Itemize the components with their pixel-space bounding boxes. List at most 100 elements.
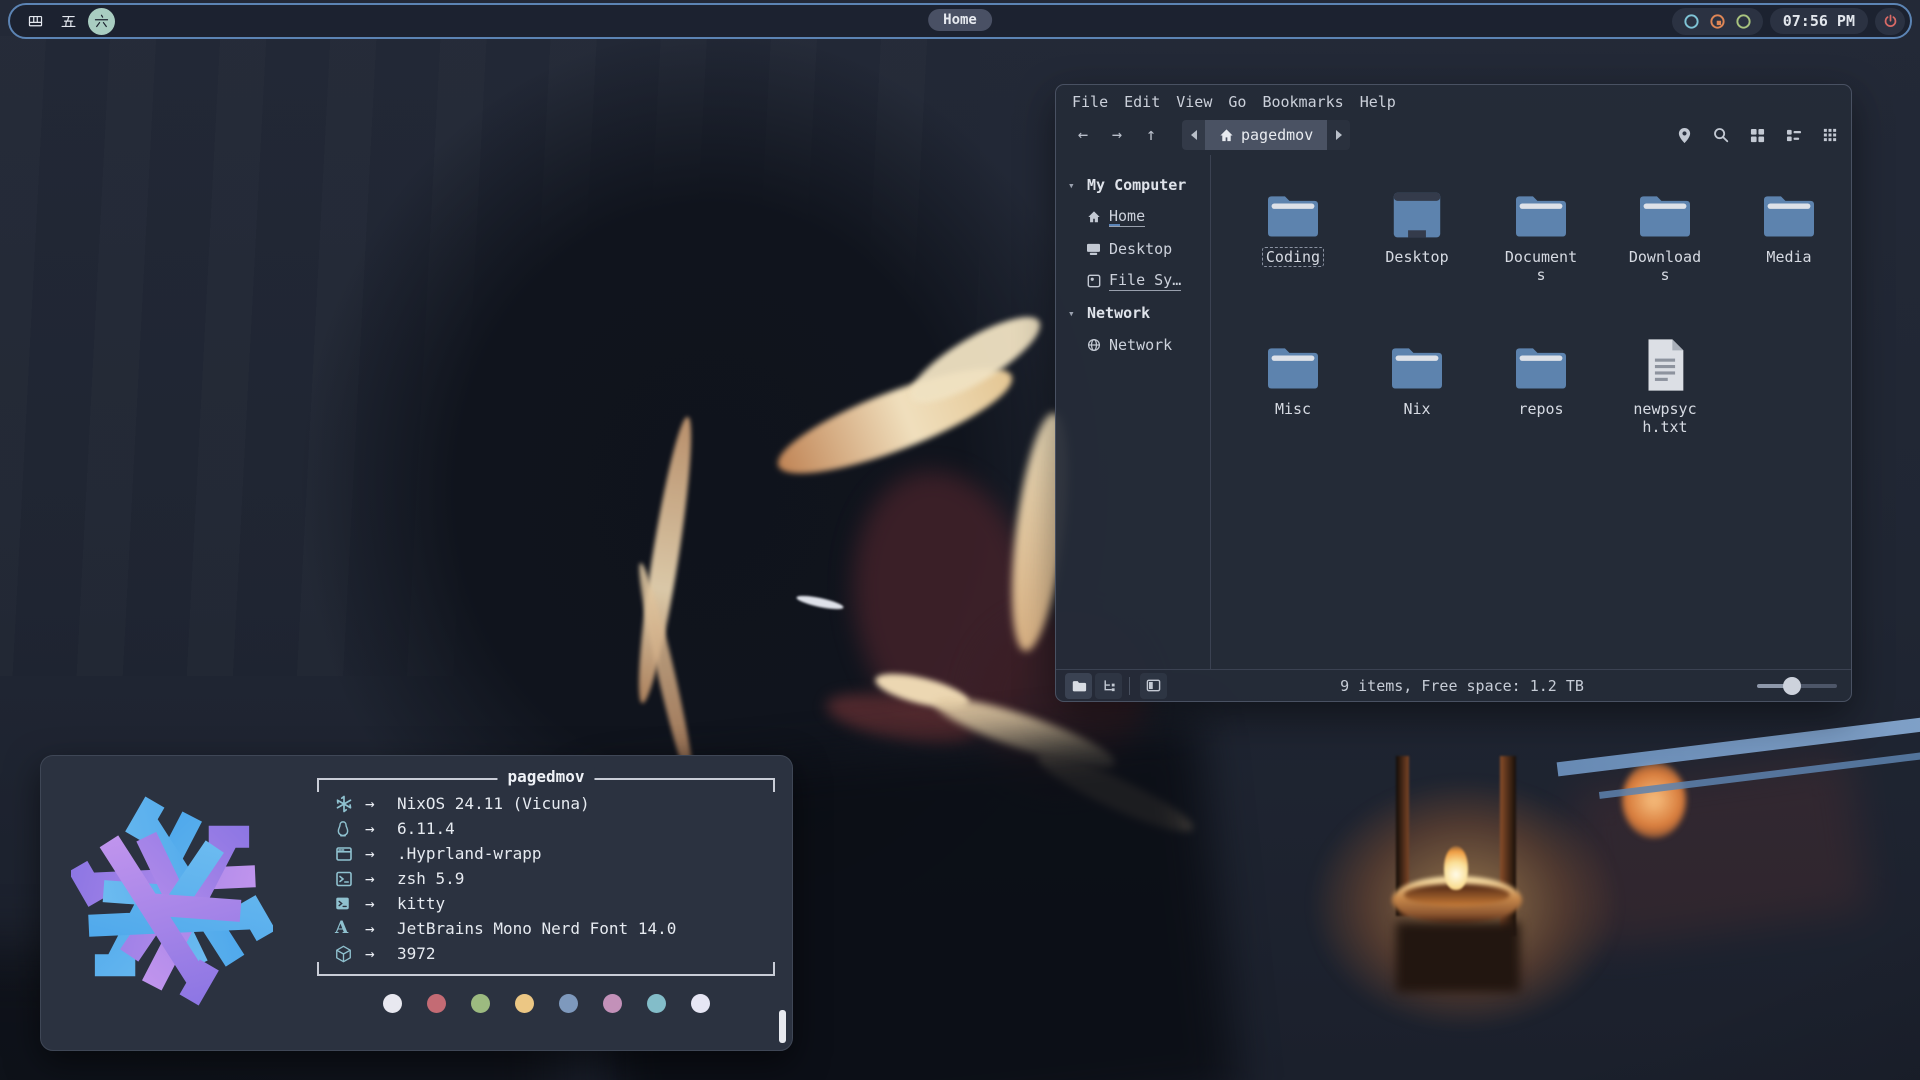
sidebar-section-network[interactable]: ▾ Network bbox=[1068, 297, 1210, 329]
tray-record-icon[interactable] bbox=[1709, 13, 1726, 30]
icon-view-grid-icon bbox=[1750, 128, 1765, 143]
nixos-snowflake-icon bbox=[335, 795, 365, 813]
fetch-row-font: A → JetBrains Mono Nerd Font 14.0 bbox=[317, 916, 775, 941]
wallpaper-lantern-frame bbox=[1396, 756, 1409, 916]
sidebar-item-label: File Sy… bbox=[1109, 271, 1181, 291]
breadcrumb: pagedmov bbox=[1182, 120, 1350, 150]
sidebar-item-label: Network bbox=[1109, 336, 1172, 354]
workspace-5-button[interactable] bbox=[55, 8, 82, 35]
breadcrumb-path-label: pagedmov bbox=[1241, 126, 1313, 144]
wallpaper-candle-cup bbox=[1392, 876, 1522, 924]
wallpaper-blue-beam bbox=[1557, 714, 1920, 777]
nixos-logo bbox=[71, 789, 273, 1013]
workspace-4-button[interactable] bbox=[22, 8, 49, 35]
text-file-icon bbox=[1643, 325, 1687, 393]
arrow: → bbox=[365, 794, 397, 813]
breadcrumb-scroll-right[interactable] bbox=[1327, 120, 1350, 150]
file-tile-newpsych-txt[interactable]: newpsych.txt bbox=[1603, 325, 1727, 477]
terminal-color-palette bbox=[317, 994, 775, 1013]
sidebar-section-label: Network bbox=[1087, 304, 1150, 322]
power-button[interactable] bbox=[1875, 8, 1905, 35]
file-label: Downloads bbox=[1621, 247, 1709, 285]
desktop-icon bbox=[1085, 243, 1102, 256]
tray-teal-circle-icon[interactable] bbox=[1683, 13, 1700, 30]
menu-view[interactable]: View bbox=[1176, 93, 1212, 111]
folder-icon bbox=[1264, 325, 1322, 393]
arrow: → bbox=[365, 869, 397, 888]
terminal-value: kitty bbox=[397, 894, 445, 913]
menu-bookmarks[interactable]: Bookmarks bbox=[1262, 93, 1343, 111]
status-summary: 9 items, Free space: 1.2 TB bbox=[1167, 677, 1757, 695]
back-button[interactable]: ← bbox=[1066, 125, 1100, 145]
file-grid-area: Coding Desktop bbox=[1210, 155, 1851, 669]
sidebar-item-desktop[interactable]: Desktop bbox=[1068, 233, 1210, 265]
sidebar-item-label: Home bbox=[1109, 207, 1145, 227]
tray-green-circle-icon[interactable] bbox=[1735, 13, 1752, 30]
collapse-caret-icon[interactable]: ▾ bbox=[1068, 179, 1080, 192]
location-pin-button[interactable] bbox=[1677, 127, 1692, 144]
packages-value: 3972 bbox=[397, 944, 436, 963]
slider-knob[interactable] bbox=[1783, 677, 1801, 695]
wallpaper-curtain bbox=[0, 36, 980, 676]
show-tree-pane-button[interactable] bbox=[1095, 673, 1122, 699]
palette-dot bbox=[603, 994, 622, 1013]
palette-dot bbox=[427, 994, 446, 1013]
file-tile-media[interactable]: Media bbox=[1727, 173, 1851, 325]
file-tile-misc[interactable]: Misc bbox=[1231, 325, 1355, 477]
compact-list-view-button[interactable] bbox=[1786, 128, 1802, 143]
fetch-row-wm: → .Hyprland-wrapp bbox=[317, 841, 775, 866]
menu-help[interactable]: Help bbox=[1360, 93, 1396, 111]
file-label: Coding bbox=[1262, 247, 1324, 267]
wallpaper-lantern-frame bbox=[1500, 756, 1516, 936]
menu-edit[interactable]: Edit bbox=[1124, 93, 1160, 111]
file-tile-repos[interactable]: repos bbox=[1479, 325, 1603, 477]
wallpaper-shade bbox=[822, 684, 977, 754]
workspace-6-button-active[interactable] bbox=[88, 8, 115, 35]
fetch-row-terminal: → kitty bbox=[317, 891, 775, 916]
location-pin-icon bbox=[1677, 127, 1692, 144]
menu-file[interactable]: File bbox=[1072, 93, 1108, 111]
breadcrumb-segment-home[interactable]: pagedmov bbox=[1205, 120, 1327, 150]
file-tile-coding[interactable]: Coding bbox=[1231, 173, 1355, 325]
file-tile-documents[interactable]: Documents bbox=[1479, 173, 1603, 325]
file-tile-desktop[interactable]: Desktop bbox=[1355, 173, 1479, 325]
collapse-caret-icon[interactable]: ▾ bbox=[1068, 307, 1080, 320]
compact-list-icon bbox=[1786, 128, 1802, 143]
toggle-side-pane-button[interactable] bbox=[1140, 673, 1167, 699]
file-tile-nix[interactable]: Nix bbox=[1355, 325, 1479, 477]
shell-icon bbox=[335, 870, 365, 888]
show-files-pane-button[interactable] bbox=[1065, 673, 1092, 699]
folder-icon bbox=[1512, 173, 1570, 241]
right-triangle-icon bbox=[1336, 130, 1342, 140]
sidebar-section-my-computer[interactable]: ▾ My Computer bbox=[1068, 169, 1210, 201]
up-button[interactable]: ↑ bbox=[1134, 125, 1168, 145]
wallpaper-candle-glow bbox=[1250, 730, 1680, 1080]
zoom-slider[interactable] bbox=[1757, 676, 1837, 696]
file-tile-downloads[interactable]: Downloads bbox=[1603, 173, 1727, 325]
status-separator bbox=[1129, 677, 1130, 695]
arrow: → bbox=[365, 944, 397, 963]
menu-go[interactable]: Go bbox=[1228, 93, 1246, 111]
sidebar: ▾ My Computer Home Desktop bbox=[1056, 155, 1210, 669]
hanzi-six-icon bbox=[93, 13, 110, 30]
icon-view-button[interactable] bbox=[1750, 128, 1765, 143]
file-label: Documents bbox=[1497, 247, 1585, 285]
terminal-window[interactable]: pagedmov → NixOS 24.11 (Vicuna) bbox=[40, 755, 793, 1051]
menu-bar: File Edit View Go Bookmarks Help bbox=[1056, 85, 1851, 115]
terminal-scrollbar[interactable] bbox=[779, 1010, 786, 1043]
search-button[interactable] bbox=[1713, 127, 1729, 143]
file-label: Nix bbox=[1399, 399, 1434, 419]
thumbnail-view-button[interactable] bbox=[1823, 128, 1837, 142]
globe-icon bbox=[1085, 338, 1102, 352]
folder-icon bbox=[1636, 173, 1694, 241]
sidebar-item-file-system[interactable]: File Sy… bbox=[1068, 265, 1210, 297]
wallpaper-hair-streak bbox=[768, 349, 1022, 493]
sidebar-item-home[interactable]: Home bbox=[1068, 201, 1210, 233]
fastfetch-output: pagedmov → NixOS 24.11 (Vicuna) bbox=[317, 778, 775, 1013]
palette-dot bbox=[515, 994, 534, 1013]
wallpaper-hair-streak bbox=[1032, 743, 1199, 842]
breadcrumb-scroll-left[interactable] bbox=[1182, 120, 1205, 150]
forward-button[interactable]: → bbox=[1100, 125, 1134, 145]
terminal-icon bbox=[335, 896, 365, 911]
sidebar-item-network[interactable]: Network bbox=[1068, 329, 1210, 361]
